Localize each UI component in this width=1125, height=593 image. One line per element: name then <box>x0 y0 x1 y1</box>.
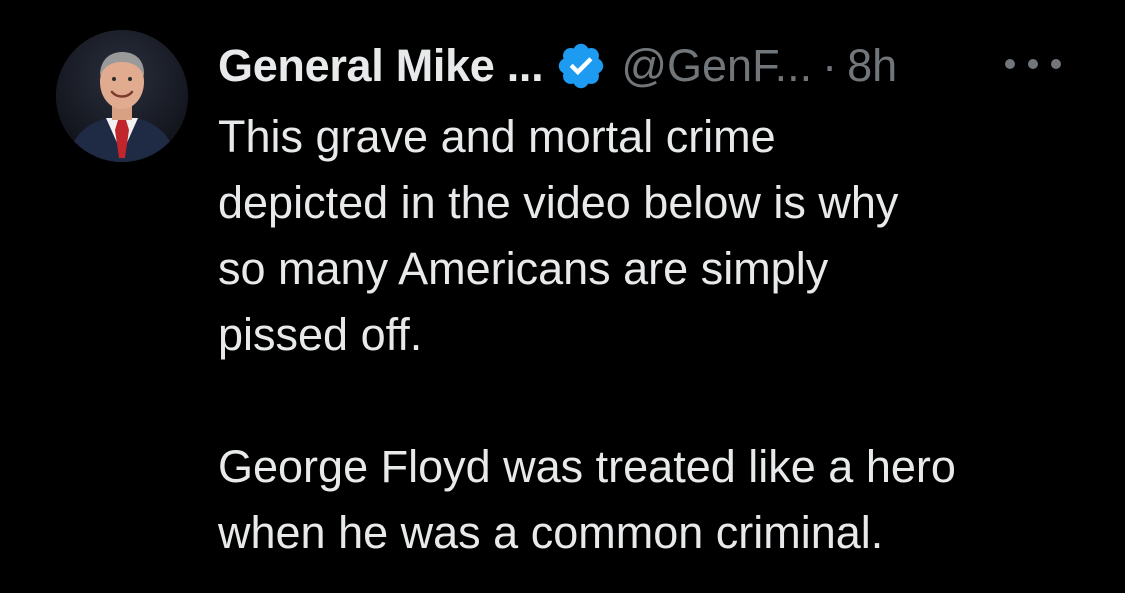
text-line: George Floyd was treated like a hero <box>218 441 956 492</box>
tweet-paragraph: This grave and mortal crime depicted in … <box>218 104 1098 368</box>
more-dot <box>1005 59 1015 69</box>
more-options-icon[interactable] <box>1005 50 1061 78</box>
tweet-header: General Mike ... @GenF... · 8h <box>218 38 897 94</box>
text-line: depicted in the video below is why <box>218 177 899 228</box>
text-line: so many Americans are simply <box>218 243 829 294</box>
separator-dot: · <box>822 40 838 91</box>
avatar[interactable] <box>56 30 188 162</box>
more-dot <box>1051 59 1061 69</box>
avatar-image <box>56 30 188 162</box>
display-name[interactable]: General Mike ... <box>218 40 544 92</box>
text-line: when he was a common criminal. <box>218 507 884 558</box>
tweet[interactable]: General Mike ... @GenF... · 8h This grav… <box>0 0 1125 593</box>
tweet-text: This grave and mortal crime depicted in … <box>218 104 1098 566</box>
user-handle[interactable]: @GenF... <box>621 40 812 92</box>
text-line: This grave and mortal crime <box>218 111 776 162</box>
more-dot <box>1028 59 1038 69</box>
tweet-paragraph: George Floyd was treated like a hero whe… <box>218 434 1098 566</box>
text-line: pissed off. <box>218 309 423 360</box>
timestamp[interactable]: 8h <box>847 40 897 92</box>
verified-badge-icon[interactable] <box>555 40 607 92</box>
